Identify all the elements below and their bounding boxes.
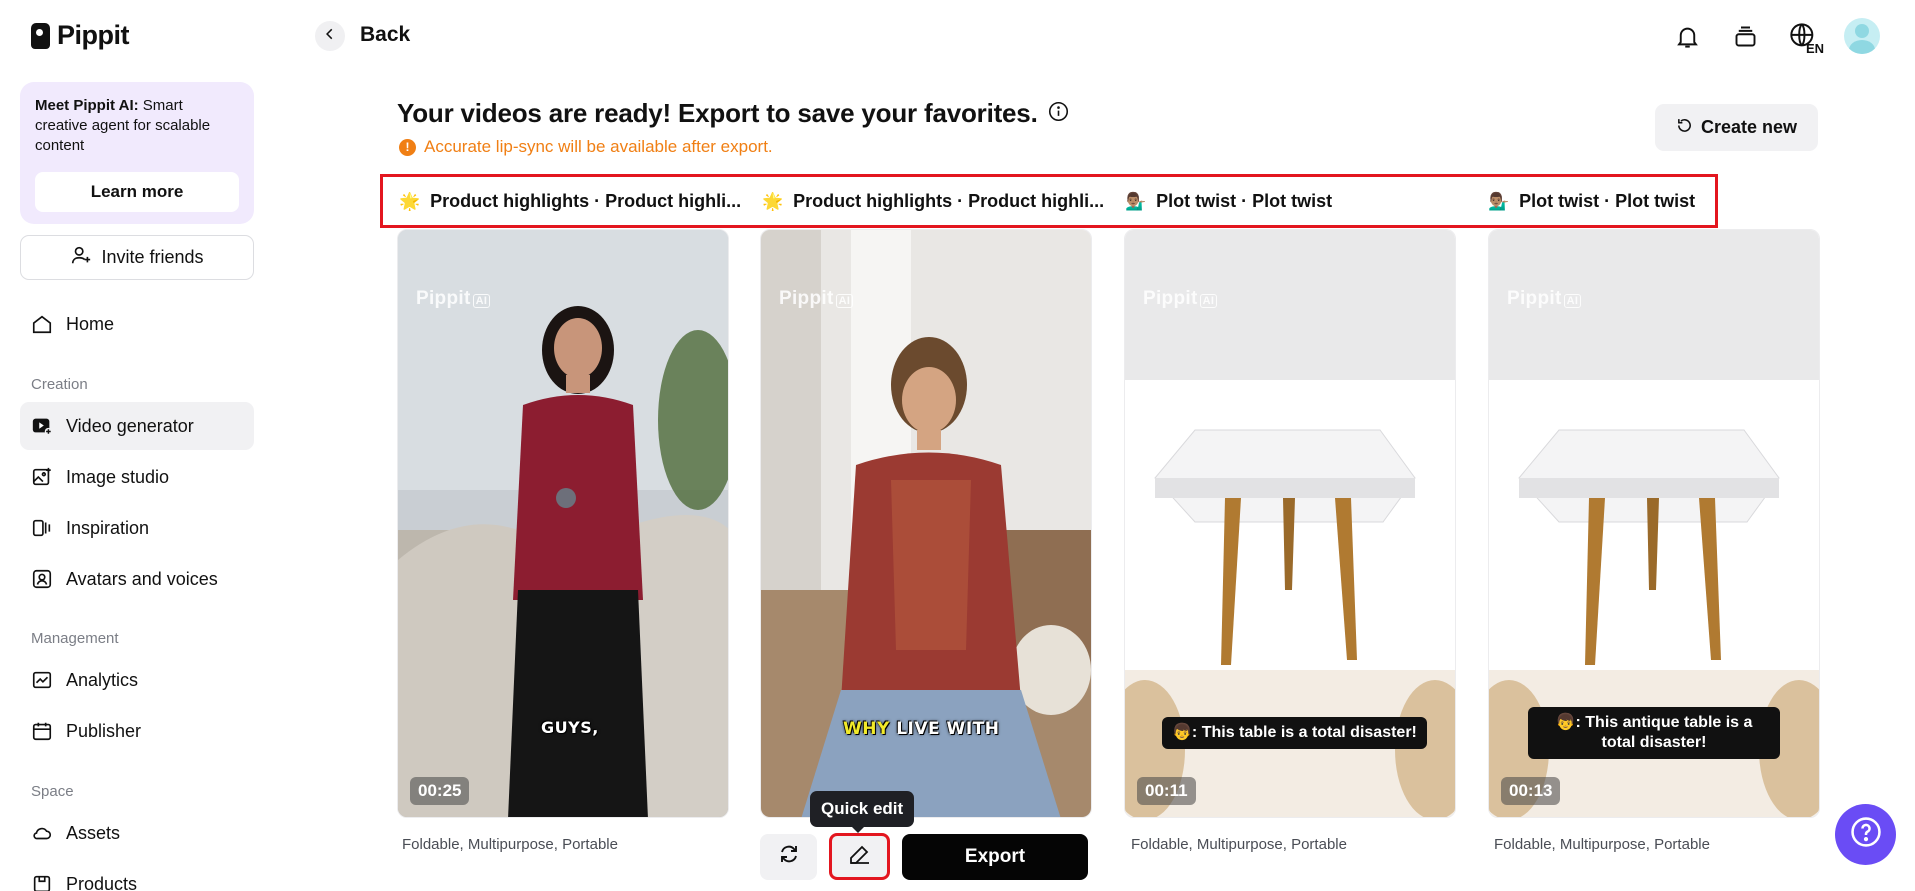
card-actions: Export xyxy=(760,833,1088,880)
back-button[interactable] xyxy=(315,21,345,51)
sidebar-item-label: Image studio xyxy=(66,466,170,487)
sidebar-item-label: Products xyxy=(66,873,138,891)
card-description: Foldable, Multipurpose, Portable xyxy=(402,836,618,853)
card-description: Foldable, Multipurpose, Portable xyxy=(1494,836,1710,853)
refresh-icon xyxy=(1676,117,1693,139)
inspiration-icon xyxy=(30,516,54,540)
sidebar-item-publisher[interactable]: Publisher xyxy=(20,707,254,755)
sidebar-item-avatars-voices[interactable]: Avatars and voices xyxy=(20,555,254,603)
quick-edit-tooltip: Quick edit xyxy=(810,791,915,833)
create-new-button[interactable]: Create new xyxy=(1655,104,1818,151)
sidebar-item-label: Assets xyxy=(66,822,121,843)
sidebar-item-home[interactable]: Home xyxy=(20,300,254,348)
sidebar-item-label: Home xyxy=(66,313,115,334)
card-description: Foldable, Multipurpose, Portable xyxy=(1131,836,1347,853)
video-caption: 👦: This table is a total disaster! xyxy=(1162,717,1427,749)
regenerate-button[interactable] xyxy=(760,833,817,880)
home-icon xyxy=(30,312,54,336)
tab-emoji: 💁🏽‍♂️ xyxy=(1125,191,1147,211)
video-tab[interactable]: 🌟 Product highlights · Product highli... xyxy=(762,191,1104,212)
tab-label: Product highlights · Product highli... xyxy=(793,191,1105,211)
lipsync-warning: ! Accurate lip-sync will be available af… xyxy=(399,137,773,157)
video-card[interactable]: Pippit AI WHY LIVE WITH xyxy=(760,229,1092,818)
duration-badge: 00:11 xyxy=(1137,777,1196,805)
pippit-watermark: Pippit AI xyxy=(779,288,854,310)
info-icon[interactable] xyxy=(1048,98,1069,129)
sidebar-item-video-generator[interactable]: Video generator xyxy=(20,402,254,450)
learn-more-button[interactable]: Learn more xyxy=(35,172,239,212)
cloud-icon xyxy=(30,821,54,845)
video-tabs-row: 🌟 Product highlights · Product highli...… xyxy=(380,174,1718,228)
top-right-toolbar: EN xyxy=(1670,18,1880,56)
sidebar-item-assets[interactable]: Assets xyxy=(20,809,254,857)
product-box-icon xyxy=(30,872,54,891)
duration-badge: 00:13 xyxy=(1501,777,1561,805)
video-tab[interactable]: 💁🏽‍♂️ Plot twist · Plot twist xyxy=(1125,191,1332,212)
tab-label: Plot twist · Plot twist xyxy=(1156,191,1333,211)
add-user-icon xyxy=(70,244,92,271)
sidebar-item-inspiration[interactable]: Inspiration xyxy=(20,504,254,552)
video-caption: 👦: This antique table is a total disaste… xyxy=(1528,707,1780,759)
section-space: Space xyxy=(31,783,74,800)
video-card[interactable]: Pippit AI GUYS, 00:25 xyxy=(397,229,729,818)
pippit-watermark: Pippit AI xyxy=(1143,288,1218,310)
user-avatar[interactable] xyxy=(1844,18,1880,54)
sidebar: Pippit Meet Pippit AI: Smart creative ag… xyxy=(0,0,275,891)
sidebar-item-label: Analytics xyxy=(66,669,139,690)
pippit-watermark: Pippit AI xyxy=(1507,288,1582,310)
page-title: Your videos are ready! Export to save yo… xyxy=(397,98,1069,129)
language-globe-icon[interactable]: EN xyxy=(1786,19,1824,56)
calendar-icon xyxy=(30,719,54,743)
video-card[interactable]: Pippit AI 👦: This table is a total disast… xyxy=(1124,229,1456,818)
help-question-icon xyxy=(1849,815,1883,854)
help-button[interactable] xyxy=(1835,804,1896,865)
section-management: Management xyxy=(31,630,119,647)
pippit-watermark: Pippit AI xyxy=(416,288,491,310)
back-label[interactable]: Back xyxy=(360,23,410,47)
sidebar-item-label: Avatars and voices xyxy=(66,568,218,589)
invite-friends-button[interactable]: Invite friends xyxy=(20,235,254,280)
create-new-label: Create new xyxy=(1700,117,1798,137)
sidebar-item-products[interactable]: Products xyxy=(20,860,254,891)
page-title-text: Your videos are ready! Export to save yo… xyxy=(397,98,1038,128)
logo-text: Pippit xyxy=(57,20,130,50)
pippit-logo[interactable]: Pippit xyxy=(31,20,130,51)
tab-emoji: 💁🏽‍♂️ xyxy=(1488,191,1510,211)
section-creation: Creation xyxy=(31,376,88,393)
sidebar-item-analytics[interactable]: Analytics xyxy=(20,656,254,704)
video-card[interactable]: Pippit AI 👦: This antique table is a tota… xyxy=(1488,229,1820,818)
duration-badge: 00:25 xyxy=(410,777,470,805)
video-caption: GUYS, xyxy=(541,718,599,737)
video-tab[interactable]: 🌟 Product highlights · Product highli... xyxy=(399,191,741,212)
tab-emoji: 🌟 xyxy=(399,191,421,211)
tab-label: Plot twist · Plot twist xyxy=(1519,191,1696,211)
export-button[interactable]: Export xyxy=(902,833,1088,880)
notification-bell-icon[interactable] xyxy=(1670,19,1704,53)
video-caption: WHY LIVE WITH xyxy=(843,719,1000,739)
analytics-icon xyxy=(30,668,54,692)
tab-emoji: 🌟 xyxy=(762,191,784,211)
image-studio-icon xyxy=(30,465,54,489)
invite-friends-label: Invite friends xyxy=(101,247,204,267)
avatar-icon xyxy=(30,567,54,591)
quick-edit-button[interactable] xyxy=(829,833,890,880)
language-code: EN xyxy=(1805,41,1824,56)
promo-text: Meet Pippit AI: Smart creative agent for… xyxy=(35,97,211,154)
warning-text: Accurate lip-sync will be available afte… xyxy=(424,137,773,156)
chevron-left-icon xyxy=(323,27,337,46)
sidebar-item-label: Video generator xyxy=(66,415,194,436)
sidebar-item-label: Inspiration xyxy=(66,517,150,538)
tab-label: Product highlights · Product highli... xyxy=(430,191,742,211)
video-generator-icon xyxy=(30,414,54,438)
regenerate-icon xyxy=(777,842,801,871)
video-tab[interactable]: 💁🏽‍♂️ Plot twist · Plot twist xyxy=(1488,191,1695,212)
pippit-logo-icon xyxy=(31,22,50,49)
promo-card: Meet Pippit AI: Smart creative agent for… xyxy=(20,82,254,224)
warning-icon: ! xyxy=(399,138,416,156)
pencil-icon xyxy=(848,842,872,871)
sidebar-item-image-studio[interactable]: Image studio xyxy=(20,453,254,501)
stack-layers-icon[interactable] xyxy=(1728,19,1762,53)
sidebar-item-label: Publisher xyxy=(66,720,142,741)
